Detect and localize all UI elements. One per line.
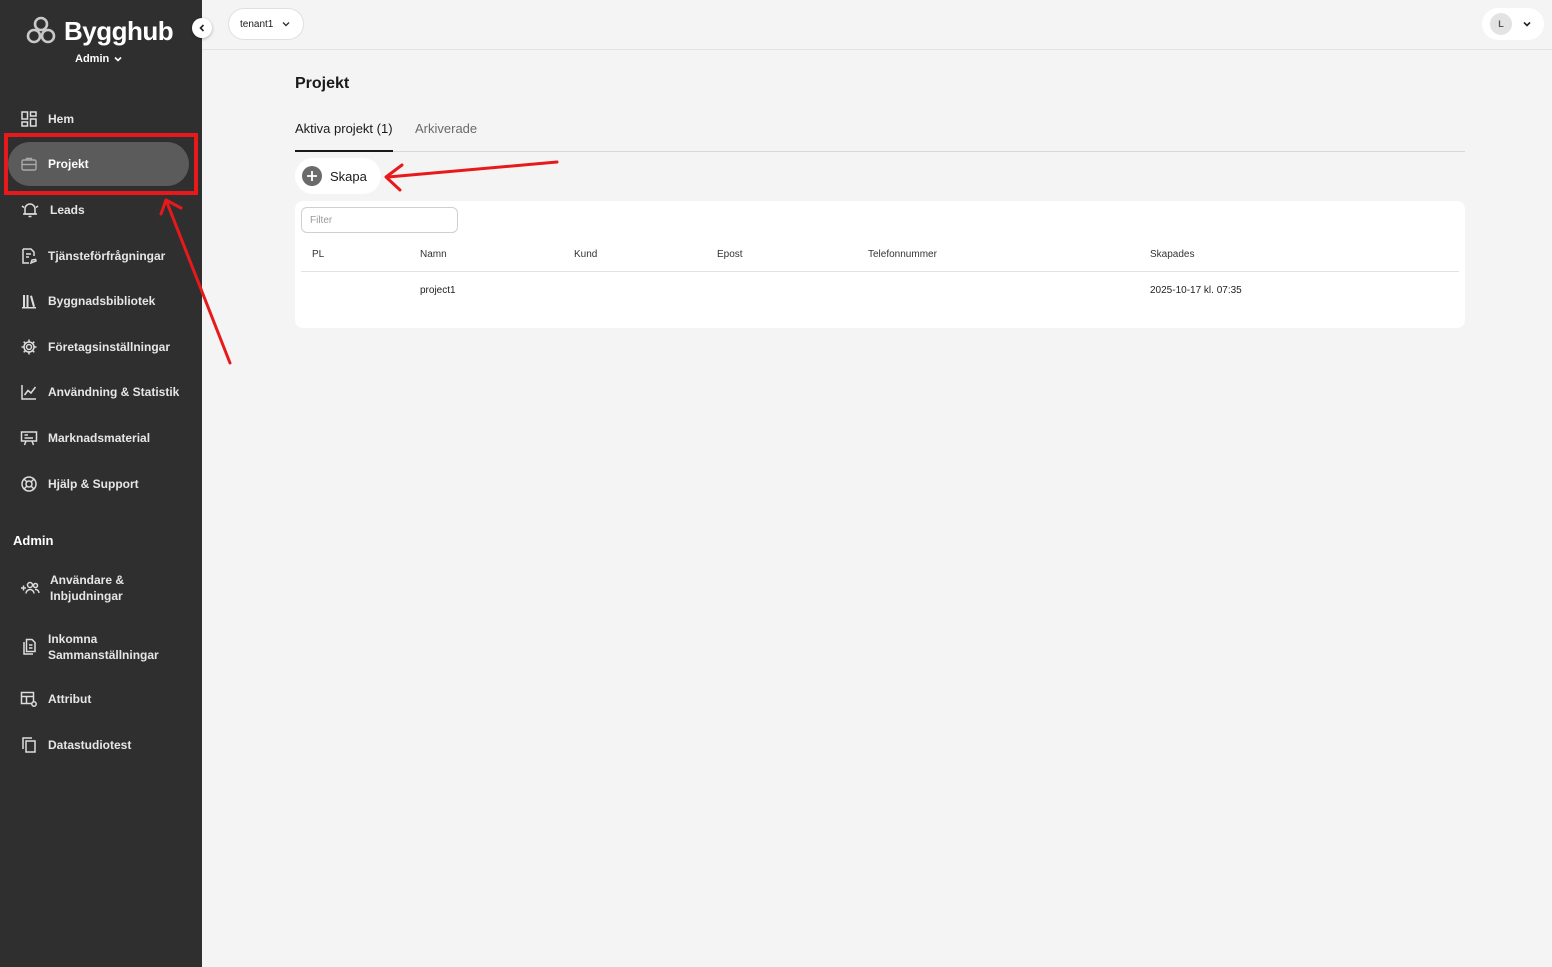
dashboard-icon bbox=[21, 111, 37, 127]
plus-circle-icon bbox=[302, 166, 322, 186]
collapse-sidebar-button[interactable] bbox=[192, 18, 212, 38]
table-row[interactable]: project1 2025-10-17 kl. 07:35 bbox=[301, 272, 1459, 310]
sidebar-item-inkomna-sammanstallningar[interactable]: Inkomna Sammanställningar bbox=[8, 625, 189, 669]
sidebar-item-label: Marknadsmaterial bbox=[48, 431, 151, 445]
arrow-head-create bbox=[384, 163, 404, 192]
sidebar-item-label: Hjälp & Support bbox=[48, 477, 139, 491]
sidebar-item-tjansteforfragningar[interactable]: Tjänsteförfrågningar bbox=[8, 234, 189, 278]
bell-icon bbox=[21, 203, 39, 218]
cell-skapades: 2025-10-17 kl. 07:35 bbox=[1150, 285, 1242, 296]
add-users-icon bbox=[21, 581, 40, 594]
column-header-epost[interactable]: Epost bbox=[717, 249, 743, 260]
brand[interactable]: Bygghub bbox=[24, 14, 174, 48]
sidebar-item-leads[interactable]: Leads bbox=[8, 188, 189, 232]
sidebar-item-label: Leads bbox=[50, 203, 85, 217]
gear-icon bbox=[21, 339, 37, 355]
role-label: Admin bbox=[75, 53, 110, 65]
chevron-down-icon bbox=[282, 22, 290, 27]
bygghub-logo-icon bbox=[26, 16, 56, 44]
column-header-namn[interactable]: Namn bbox=[420, 249, 447, 260]
sidebar-item-projekt[interactable]: Projekt bbox=[8, 142, 189, 186]
role-switcher[interactable]: Admin bbox=[75, 53, 123, 65]
tenant-label: tenant1 bbox=[240, 18, 274, 30]
sidebar-item-label: Inkomna Sammanställningar bbox=[48, 631, 159, 663]
sidebar-item-label: Datastudiotest bbox=[48, 738, 132, 752]
copy-icon bbox=[22, 737, 36, 753]
cell-namn: project1 bbox=[420, 285, 456, 296]
briefcase-icon bbox=[21, 157, 37, 171]
sidebar-item-label: Attribut bbox=[48, 692, 92, 706]
arrow-to-create-button bbox=[386, 160, 559, 179]
sidebar-item-foretagsinstallningar[interactable]: Företagsinställningar bbox=[8, 325, 189, 369]
sidebar-item-anvandning-statistik[interactable]: Användning & Statistik bbox=[8, 370, 189, 414]
projects-table-card: PL Namn Kund Epost Telefonnummer Skapade… bbox=[295, 201, 1465, 328]
tenant-selector[interactable]: tenant1 bbox=[228, 8, 305, 40]
label-line-1: Användare & bbox=[50, 573, 125, 587]
sidebar-item-anvandare-inbjudningar[interactable]: Användare & Inbjudningar bbox=[8, 566, 189, 610]
document-edit-icon bbox=[22, 248, 37, 265]
column-header-pl[interactable]: PL bbox=[312, 249, 324, 260]
chevron-down-icon bbox=[114, 56, 122, 62]
lifebuoy-icon bbox=[21, 476, 37, 492]
sidebar-item-label: Användare & Inbjudningar bbox=[50, 572, 124, 604]
label-line-2: Inbjudningar bbox=[50, 589, 123, 603]
sidebar: Bygghub Admin Hem Projekt Leads Tjänstef… bbox=[0, 0, 202, 967]
avatar: L bbox=[1490, 13, 1512, 35]
column-header-telefonnummer[interactable]: Telefonnummer bbox=[868, 249, 937, 260]
sidebar-item-label: Hem bbox=[48, 112, 75, 126]
column-header-skapades[interactable]: Skapades bbox=[1150, 249, 1194, 260]
chart-icon bbox=[21, 385, 37, 400]
sidebar-item-label: Byggnadsbibliotek bbox=[48, 294, 156, 308]
chevron-down-icon bbox=[1523, 21, 1531, 27]
chevron-left-icon bbox=[199, 24, 205, 32]
sidebar-item-hem[interactable]: Hem bbox=[8, 97, 189, 141]
create-button[interactable]: Skapa bbox=[295, 158, 381, 194]
create-label: Skapa bbox=[330, 168, 367, 184]
brand-name: Bygghub bbox=[64, 15, 174, 46]
tabs: Aktiva projekt (1) Arkiverade bbox=[295, 112, 1465, 152]
library-icon bbox=[22, 295, 36, 309]
sidebar-item-hjalp-support[interactable]: Hjälp & Support bbox=[8, 462, 189, 506]
tab-arkiverade[interactable]: Arkiverade bbox=[415, 121, 477, 152]
sidebar-item-label: Företagsinställningar bbox=[48, 340, 171, 354]
sidebar-item-byggnadsbibliotek[interactable]: Byggnadsbibliotek bbox=[8, 279, 189, 323]
column-header-kund[interactable]: Kund bbox=[574, 249, 597, 260]
sidebar-item-label: Tjänsteförfrågningar bbox=[48, 249, 166, 263]
label-line-1: Inkomna bbox=[48, 632, 98, 646]
admin-section-title: Admin bbox=[13, 533, 54, 548]
page-title: Projekt bbox=[295, 75, 350, 92]
presentation-icon bbox=[20, 431, 38, 446]
user-menu[interactable]: L bbox=[1482, 8, 1544, 40]
topbar: tenant1 L bbox=[202, 0, 1552, 50]
sidebar-item-attribut[interactable]: Attribut bbox=[8, 677, 189, 721]
sidebar-item-marknadsmaterial[interactable]: Marknadsmaterial bbox=[8, 416, 189, 460]
sidebar-item-label: Användning & Statistik bbox=[48, 385, 180, 399]
sidebar-item-label: Projekt bbox=[48, 157, 89, 171]
filter-input[interactable] bbox=[301, 207, 458, 233]
table-settings-icon bbox=[20, 691, 37, 707]
tab-aktiva-projekt[interactable]: Aktiva projekt (1) bbox=[295, 121, 393, 152]
sidebar-item-datastudiotest[interactable]: Datastudiotest bbox=[8, 723, 189, 767]
documents-icon bbox=[23, 638, 36, 655]
label-line-2: Sammanställningar bbox=[48, 648, 159, 662]
